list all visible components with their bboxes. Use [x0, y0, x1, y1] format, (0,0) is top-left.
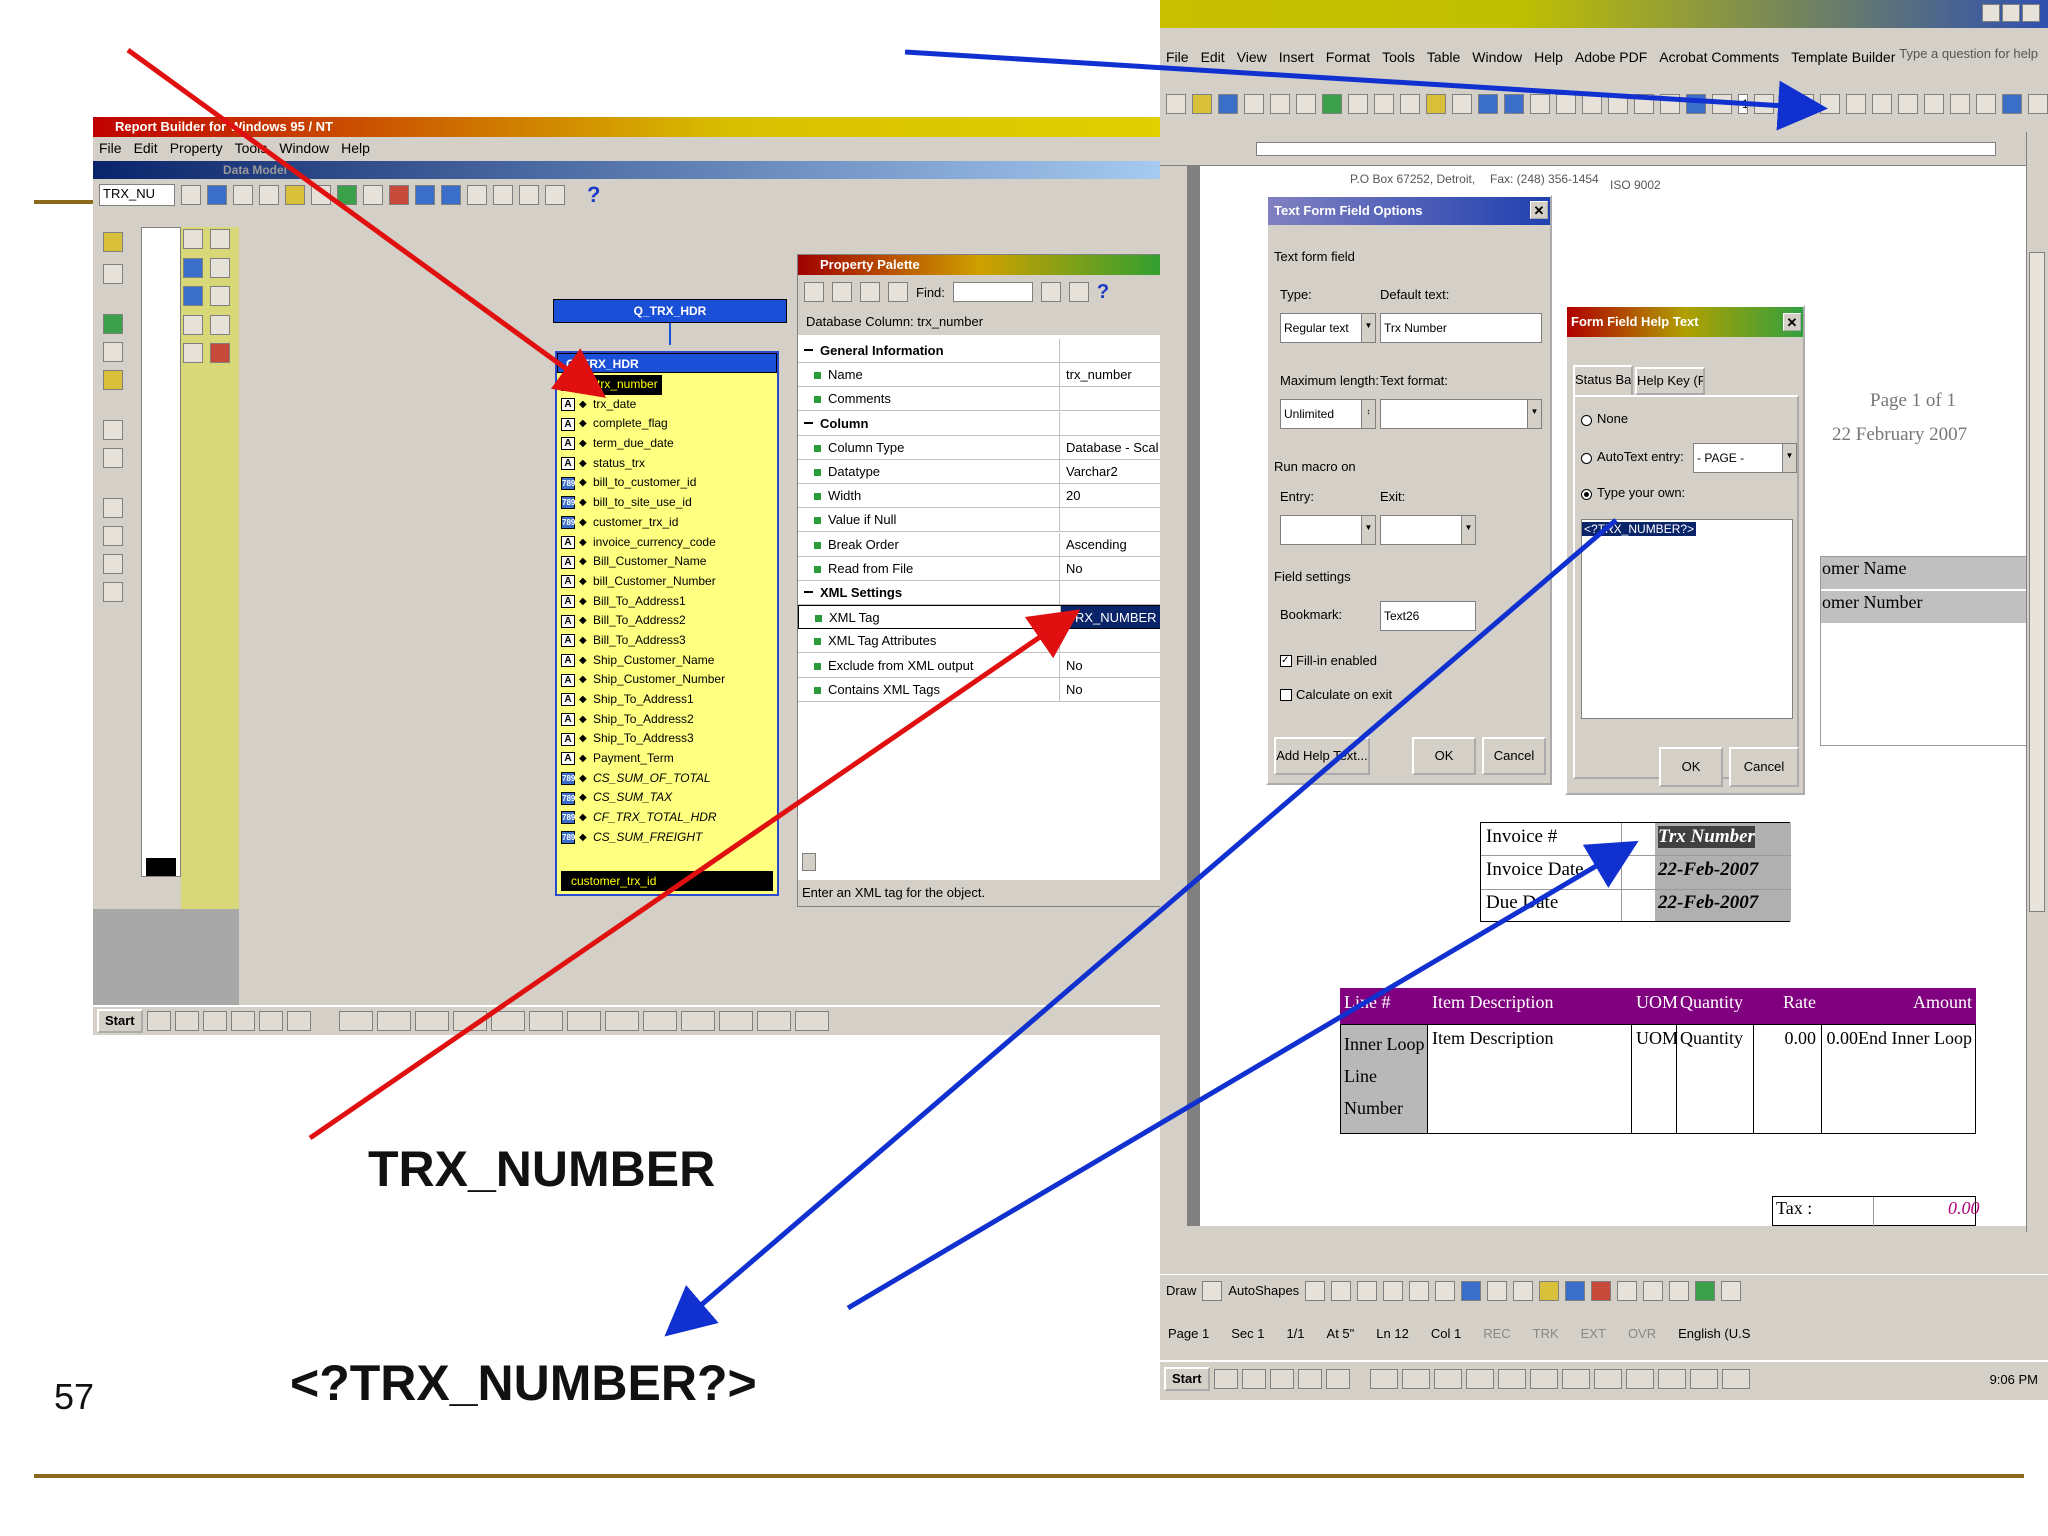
- blue-arrow-from-help-text: [664, 518, 1618, 1337]
- red-arrow-to-column: [126, 47, 607, 398]
- red-arrow-to-xml-tag: [308, 609, 1081, 1141]
- caption-field-name: TRX_NUMBER: [368, 1141, 716, 1197]
- caption-xml-tag: <?TRX_NUMBER?>: [290, 1355, 757, 1411]
- blue-arrow-to-form-field-icon: [904, 49, 1828, 131]
- annotation-arrows: [126, 47, 1828, 1337]
- page-number: 57: [54, 1376, 95, 1417]
